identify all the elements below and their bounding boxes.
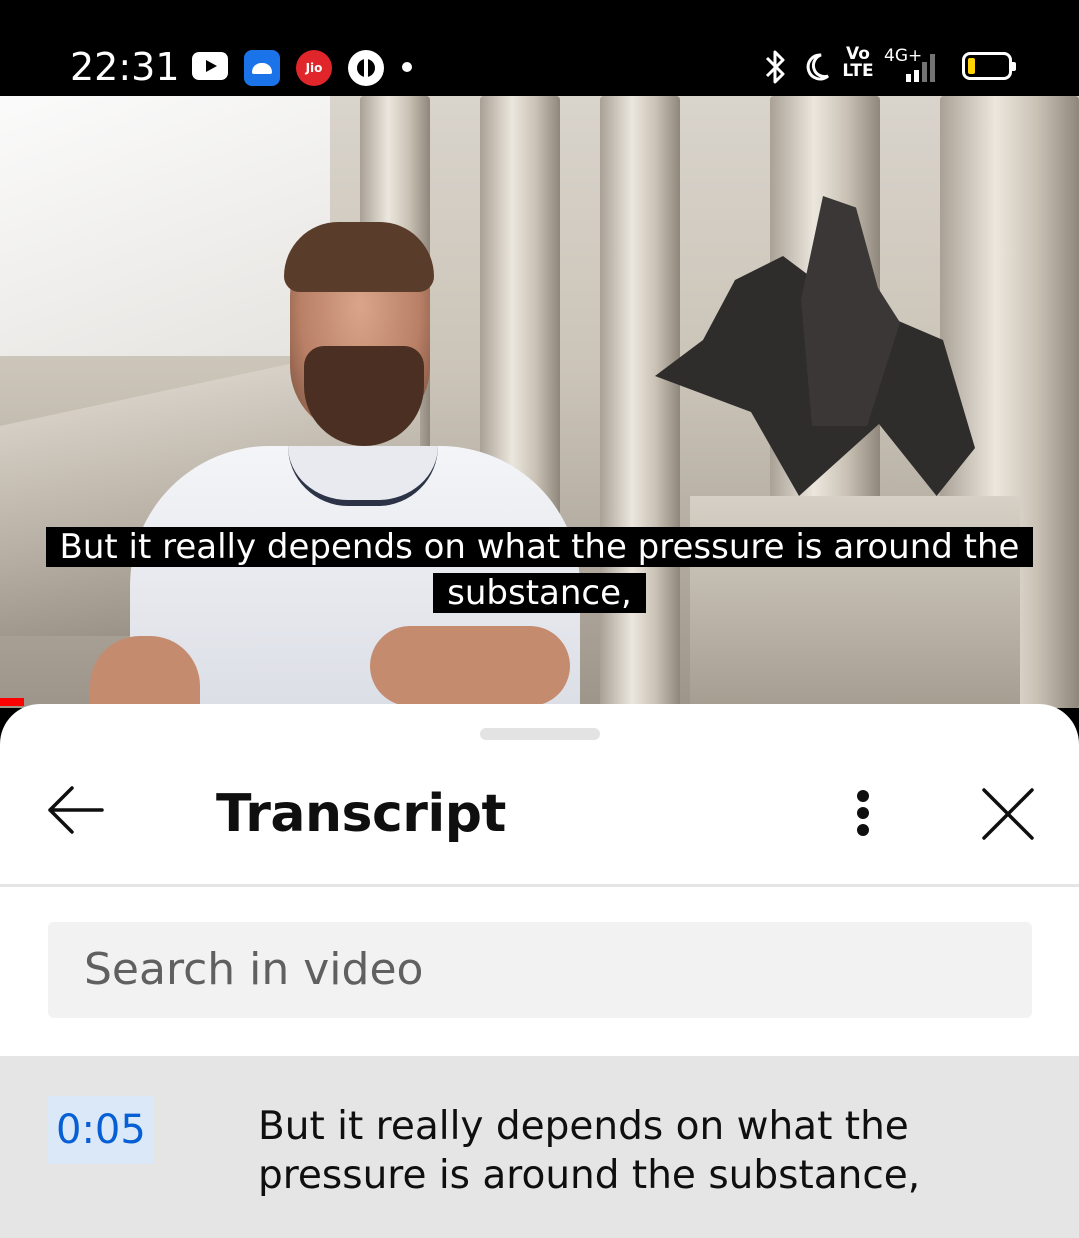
more-dot [857, 807, 869, 819]
volte-icon: Vo LTE [840, 46, 876, 86]
signal-4g-icon: 4G+ [884, 46, 946, 86]
transcript-segment[interactable]: 0:05 But it really depends on what the p… [0, 1056, 1079, 1238]
youtube-icon [192, 52, 228, 80]
more-dot [857, 790, 869, 802]
close-button[interactable] [976, 782, 1040, 846]
more-dot [857, 824, 869, 836]
search-placeholder: Search in video [84, 944, 424, 995]
video-column [600, 96, 680, 708]
network-label: 4G+ [884, 46, 923, 66]
status-time: 22:31 [70, 45, 180, 89]
header-divider [0, 884, 1079, 887]
game-icon [348, 50, 384, 86]
video-sky [0, 96, 330, 356]
jio-icon: Jio [296, 50, 332, 86]
signal-bar [914, 70, 919, 82]
search-in-video-input[interactable]: Search in video [48, 922, 1032, 1018]
signal-bar [906, 74, 911, 82]
volte-label-bottom: LTE [842, 61, 874, 81]
bluetooth-icon [765, 50, 785, 84]
signal-bar [930, 54, 935, 82]
video-caption: But it really depends on what the pressu… [0, 524, 1079, 616]
dnd-moon-icon [806, 53, 829, 81]
video-person-hair [284, 222, 434, 292]
panel-title: Transcript [216, 784, 506, 844]
more-options-button[interactable] [838, 782, 888, 844]
android-icon [244, 50, 280, 86]
caption-line-2: substance, [433, 573, 646, 613]
signal-bar [922, 62, 927, 82]
battery-icon [962, 52, 1016, 80]
transcript-panel: Transcript Search in video 0:05 But it r… [0, 704, 1079, 1238]
back-button[interactable] [40, 780, 106, 840]
caption-line-1: But it really depends on what the pressu… [45, 527, 1034, 567]
video-progress-bar[interactable] [0, 698, 24, 706]
video-player[interactable]: But it really depends on what the pressu… [0, 96, 1079, 708]
drag-handle[interactable] [480, 728, 600, 740]
segment-text: But it really depends on what the pressu… [258, 1104, 921, 1198]
video-person-hand [370, 626, 570, 706]
status-bar: 22:31 Jio Vo LTE 4G+ [0, 0, 1079, 96]
notification-dot-icon [402, 62, 412, 72]
segment-timestamp[interactable]: 0:05 [48, 1096, 154, 1164]
